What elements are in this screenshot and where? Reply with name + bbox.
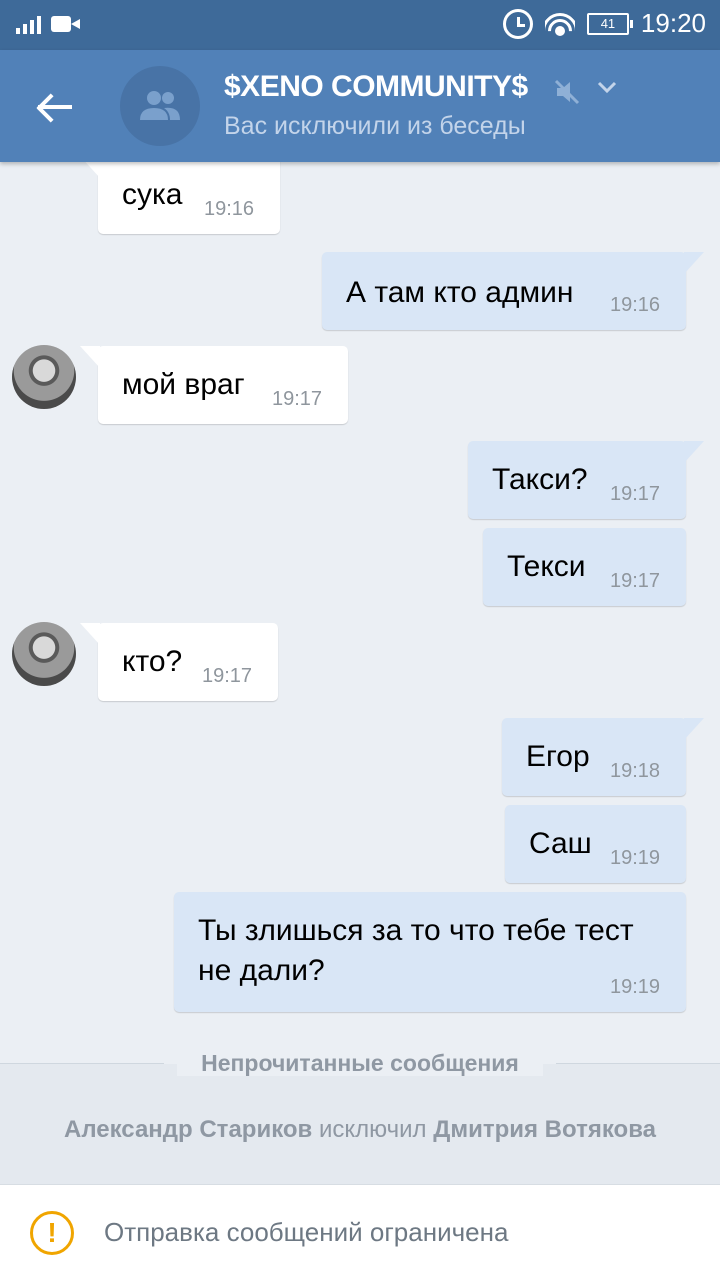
message-time: 19:17 — [202, 665, 253, 687]
message-outgoing[interactable]: Саш 19:19 — [505, 805, 686, 883]
alarm-icon — [502, 8, 533, 39]
chevron-down-icon[interactable] — [596, 80, 618, 94]
message-text: Егор — [526, 740, 590, 773]
message-text: А там кто админ — [346, 276, 574, 309]
warning-icon: ! — [30, 1211, 74, 1255]
message-outgoing[interactable]: Ты злишься за то что тебе тест не дали? … — [174, 892, 686, 1012]
video-call-icon — [51, 15, 81, 33]
message-time: 19:18 — [610, 760, 661, 782]
status-time: 19:20 — [640, 8, 706, 38]
sender-avatar[interactable] — [12, 622, 76, 686]
message-text: кто? — [122, 645, 183, 678]
message-time: 19:17 — [610, 483, 661, 505]
service-actor[interactable]: Александр Стариков — [64, 1116, 312, 1143]
service-target[interactable]: Дмитрия Вотякова — [433, 1116, 656, 1143]
status-bar: 41 19:20 — [0, 0, 720, 50]
message-outgoing[interactable]: Такси? 19:17 — [468, 441, 704, 519]
message-outgoing[interactable]: Текси 19:17 — [483, 528, 686, 606]
composer-notice-bar: ! Отправка сообщений ограничена — [0, 1184, 720, 1280]
chat-subtitle: Вас исключили из беседы — [224, 112, 526, 140]
message-text: мой враг — [122, 368, 245, 401]
unread-divider-label: Непрочитанные сообщения — [177, 1050, 543, 1076]
mute-icon — [554, 79, 580, 105]
composer-notice-text: Отправка сообщений ограничена — [104, 1217, 509, 1247]
message-time: 19:17 — [610, 570, 661, 592]
message-incoming[interactable]: кто? 19:17 — [80, 623, 278, 701]
chat-header: $XENO COMMUNITY$ Вас исключили из беседы — [0, 50, 720, 162]
message-time: 19:17 — [272, 388, 323, 410]
message-time: 19:19 — [610, 976, 661, 998]
sender-avatar[interactable] — [12, 345, 76, 409]
message-text: Такси? — [492, 463, 588, 496]
back-arrow-icon[interactable] — [32, 84, 78, 130]
message-text: сука — [122, 178, 183, 211]
message-time: 19:16 — [204, 198, 255, 220]
service-message: Александр Стариков исключил Дмитрия Вотя… — [0, 1116, 720, 1144]
message-incoming[interactable]: сука 19:16 — [80, 156, 280, 234]
unread-divider: Непрочитанные сообщения — [0, 1046, 720, 1082]
message-text-line: не дали? — [198, 954, 325, 987]
message-time: 19:16 — [610, 294, 661, 316]
group-avatar[interactable] — [120, 66, 200, 146]
group-icon — [140, 91, 180, 120]
message-text-line: Ты злишься за то что тебе тест — [198, 914, 634, 947]
message-outgoing[interactable]: Егор 19:18 — [502, 718, 704, 796]
wifi-icon — [544, 10, 575, 37]
battery-icon: 41 — [586, 12, 633, 35]
message-outgoing[interactable]: А там кто админ 19:16 — [322, 252, 704, 330]
message-time: 19:19 — [610, 847, 661, 869]
chat-title[interactable]: $XENO COMMUNITY$ — [224, 70, 528, 104]
message-incoming[interactable]: мой враг 19:17 — [80, 346, 348, 424]
message-text: Текси — [507, 550, 586, 583]
service-action: исключил — [318, 1116, 427, 1143]
message-text: Саш — [529, 827, 592, 860]
signal-icon — [16, 14, 41, 34]
